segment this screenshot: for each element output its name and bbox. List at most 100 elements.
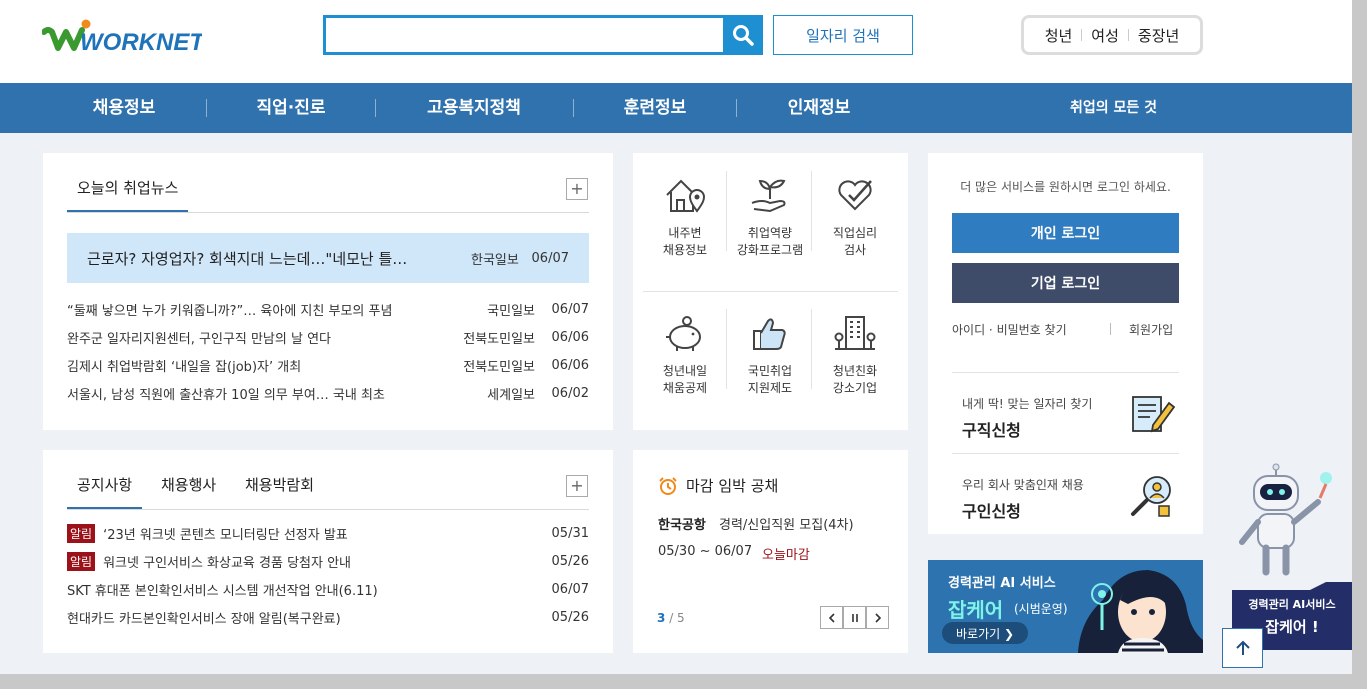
headline-title: 근로자? 자영업자? 회색지대 느는데…"네모난 틀… <box>87 249 408 268</box>
deadline-company[interactable]: 한국공항 <box>658 514 706 533</box>
services-panel: 내주변 채용정보 취업역량 강화프로그램 직업심리 검사 청년내일 채움공제 국… <box>633 153 908 430</box>
join-link[interactable]: 회원가입 <box>1129 321 1173 338</box>
robot-label-line1: 경력관리 AI서비스 <box>1248 598 1336 611</box>
notice-item[interactable]: SKT 휴대폰 본인확인서비스 시스템 개선작업 안내(6.11) 06/07 <box>67 579 589 599</box>
login-message: 더 많은 서비스를 원하시면 로그인 하세요. <box>960 180 1171 194</box>
horizontal-scrollbar[interactable] <box>0 674 1367 689</box>
search-button[interactable] <box>723 15 763 55</box>
service-psych-test[interactable]: 직업심리 검사 <box>813 153 897 273</box>
headline-source: 한국일보 <box>471 252 519 268</box>
job-seek-subtitle: 내게 딱! 맞는 일자리 찾기 <box>962 397 1093 411</box>
news-item-source: 전북도민일보 <box>463 359 535 375</box>
header: WORKNET 일자리 검색 청년 여성 중장년 <box>0 0 1352 83</box>
search-input[interactable] <box>326 18 724 52</box>
news-item-date: 06/02 <box>551 385 589 401</box>
tab-youth[interactable]: 청년 <box>1036 25 1082 46</box>
tab-notices[interactable]: 공지사항 <box>67 474 143 509</box>
nav-all-about-jobs[interactable]: 취업의 모든 것 <box>1070 83 1157 133</box>
recruit-subtitle: 우리 회사 맞춤인재 채용 <box>962 478 1084 492</box>
divider <box>67 509 589 510</box>
recruit-title: 구인신청 <box>962 502 1021 521</box>
news-item-source: 전북도민일보 <box>463 331 535 347</box>
scroll-to-top-button[interactable] <box>1222 628 1263 668</box>
search-box <box>323 15 724 55</box>
service-nearby-jobs[interactable]: 내주변 채용정보 <box>643 153 727 273</box>
notice-panel: 공지사항 채용행사 채용박람회 + 알림 ‘23년 워크넷 콘텐츠 모니터링단 … <box>43 450 613 653</box>
nav-item-jobs[interactable]: 채용정보 <box>84 83 164 133</box>
pause-button[interactable] <box>843 606 866 629</box>
notice-date: 05/26 <box>551 609 589 625</box>
deadline-pager: 3 / 5 <box>657 611 685 625</box>
tab-middle-aged[interactable]: 중장년 <box>1129 25 1188 46</box>
news-item[interactable]: 서울시, 남성 직원에 출산휴가 10일 의무 부여… 국내 최초 세계일보 0… <box>67 383 589 403</box>
personal-login-button[interactable]: 개인 로그인 <box>952 213 1179 253</box>
news-item-title: 완주군 일자리지원센터, 구인구직 만남의 날 연다 <box>67 331 331 347</box>
notice-item[interactable]: 현대카드 카드본인확인서비스 장애 알림(복구완료) 05/26 <box>67 607 589 627</box>
find-id-password-link[interactable]: 아이디 · 비밀번호 찾기 <box>952 321 1067 338</box>
main-nav: 채용정보 직업·진로 고용복지정책 훈련정보 인재정보 취업의 모든 것 <box>0 83 1352 133</box>
news-item-date: 06/06 <box>551 357 589 373</box>
headline-date: 06/07 <box>531 250 569 266</box>
news-title[interactable]: 오늘의 취업뉴스 <box>67 177 189 212</box>
service-label: 청년내일 채움공제 <box>662 364 708 395</box>
nav-item-training[interactable]: 훈련정보 <box>613 83 697 133</box>
service-youth-friendly-company[interactable]: 청년친화 강소기업 <box>813 291 897 411</box>
news-item[interactable]: 김제시 취업박람회 ‘내일을 잡(job)자’ 개최 전북도민일보 06/06 <box>67 355 589 375</box>
deadline-title-row: 마감 임박 공채 <box>658 475 778 496</box>
page-current: 3 <box>657 611 666 625</box>
news-item[interactable]: “둘째 낳으면 누가 키워줍니까?”… 육아에 지친 부모의 푸념 국민일보 0… <box>67 299 589 319</box>
notice-item[interactable]: 알림 ‘23년 워크넷 콘텐츠 모니터링단 선정자 발표 05/31 <box>67 523 589 543</box>
news-item-title: “둘째 낳으면 누가 키워줍니까?”… 육아에 지친 부모의 푸념 <box>67 303 393 319</box>
service-label: 직업심리 검사 <box>832 226 878 257</box>
service-national-employment[interactable]: 국민취업 지원제도 <box>728 291 812 411</box>
news-headline[interactable]: 근로자? 자영업자? 회색지대 느는데…"네모난 틀… 한국일보 06/07 <box>67 233 589 283</box>
recruit-apply[interactable]: 우리 회사 맞춤인재 채용 구인신청 <box>952 458 1179 528</box>
banner-line2: 잡케어 <box>948 598 1004 622</box>
building-icon <box>834 316 876 350</box>
document-pen-icon <box>1132 396 1176 433</box>
service-label: 취업역량 강화프로그램 <box>736 226 804 257</box>
worknet-logo[interactable]: WORKNET <box>41 18 206 58</box>
news-item-source: 국민일보 <box>487 303 535 319</box>
job-search-button[interactable]: 일자리 검색 <box>773 15 913 55</box>
news-item-date: 06/06 <box>551 329 589 345</box>
news-item-source: 세계일보 <box>487 387 535 403</box>
heart-pencil-icon <box>838 180 872 211</box>
job-seek-apply[interactable]: 내게 딱! 맞는 일자리 찾기 구직신청 <box>952 377 1179 447</box>
service-employment-program[interactable]: 취업역량 강화프로그램 <box>728 153 812 273</box>
notice-item[interactable]: 알림 워크넷 구인서비스 화상교육 경품 당첨자 안내 05/26 <box>67 551 589 571</box>
jobcare-banner[interactable]: 경력관리 AI 서비스 잡케어 (시범운영) 바로가기 ❯ <box>928 560 1203 653</box>
news-more-button[interactable]: + <box>566 178 588 200</box>
service-youth-savings[interactable]: 청년내일 채움공제 <box>643 291 727 411</box>
notice-badge: 알림 <box>67 523 96 543</box>
news-item[interactable]: 완주군 일자리지원센터, 구인구직 만남의 날 연다 전북도민일보 06/06 <box>67 327 589 347</box>
plus-icon: + <box>570 476 584 495</box>
notice-date: 06/07 <box>551 581 589 597</box>
news-item-title: 서울시, 남성 직원에 출산휴가 10일 의무 부여… 국내 최초 <box>67 387 385 403</box>
banner-line1: 경력관리 AI 서비스 <box>948 576 1056 591</box>
company-login-button[interactable]: 기업 로그인 <box>952 263 1179 303</box>
nav-item-career[interactable]: 직업·진로 <box>246 83 336 133</box>
notice-badge: 알림 <box>67 551 96 571</box>
chevron-right-icon <box>874 612 881 623</box>
banner-go-button[interactable]: 바로가기 ❯ <box>942 622 1028 644</box>
deadline-panel: 마감 임박 공채 한국공항 경력/신입직원 모집(4차) 05/30 ~ 06/… <box>633 450 908 653</box>
job-seek-title: 구직신청 <box>962 421 1021 440</box>
notice-more-button[interactable]: + <box>566 475 588 497</box>
login-panel: 더 많은 서비스를 원하시면 로그인 하세요. 개인 로그인 기업 로그인 아이… <box>928 153 1203 534</box>
prev-button[interactable] <box>820 606 843 629</box>
divider <box>726 171 727 251</box>
nav-item-talent[interactable]: 인재정보 <box>777 83 861 133</box>
nav-item-welfare-policy[interactable]: 고용복지정책 <box>413 83 535 133</box>
deadline-job-title[interactable]: 경력/신입직원 모집(4차) <box>719 514 854 533</box>
tab-women[interactable]: 여성 <box>1082 25 1128 46</box>
divider <box>67 212 589 213</box>
tab-hiring-events[interactable]: 채용행사 <box>151 474 226 507</box>
vertical-scrollbar[interactable] <box>1352 0 1367 689</box>
divider <box>726 309 727 389</box>
next-button[interactable] <box>866 606 889 629</box>
notice-date: 05/26 <box>551 553 589 569</box>
robot-icon <box>1239 463 1332 576</box>
notice-title: ‘23년 워크넷 콘텐츠 모니터링단 선정자 발표 <box>103 527 348 543</box>
tab-job-fairs[interactable]: 채용박람회 <box>235 474 324 507</box>
